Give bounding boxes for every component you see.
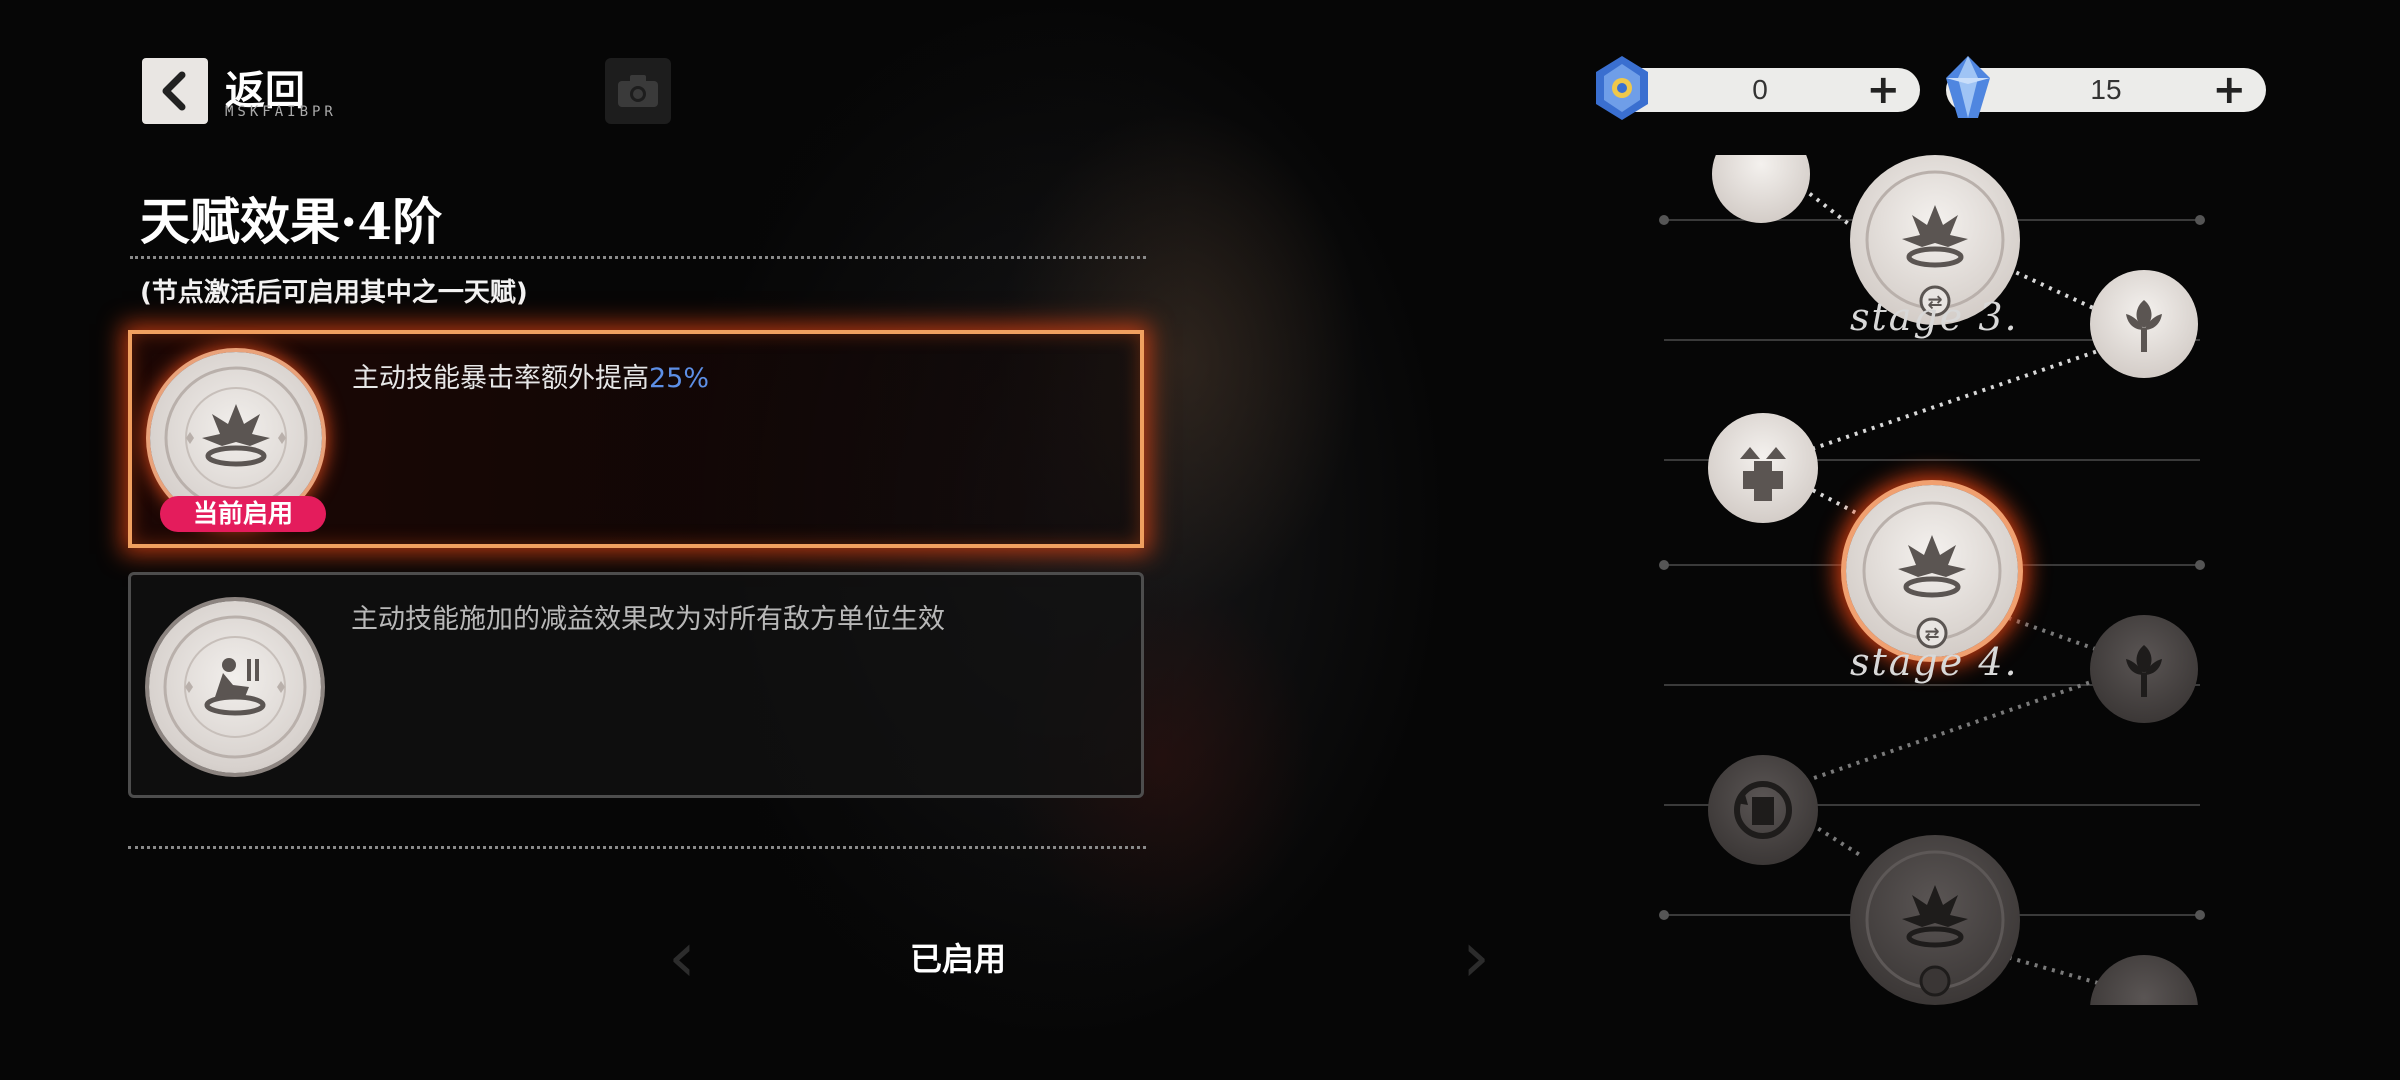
- back-subtitle: MSKFAIBPR: [225, 104, 337, 120]
- camera-icon: [618, 75, 658, 107]
- current-enabled-badge: 当前启用: [160, 496, 326, 532]
- stage-3-label: stage 3.: [1850, 295, 2019, 339]
- divider-bottom: [128, 846, 1146, 849]
- currency-bar-crystal: 15 +: [1946, 56, 2266, 118]
- talent-option-2-desc: 主动技能施加的减益效果改为对所有敌方单位生效: [351, 604, 945, 635]
- cycle-icon: [1734, 781, 1792, 839]
- talent-option-1-text: 主动技能暴击率额外提高: [352, 363, 649, 394]
- burst-node-icon: ⇄: [1862, 501, 2002, 649]
- stage-4-label: stage 4.: [1850, 640, 2019, 684]
- chevron-left-icon: [162, 71, 186, 111]
- talent-option-1-desc: 主动技能暴击率额外提高25%: [352, 356, 709, 395]
- divider: [130, 256, 1146, 259]
- back-button[interactable]: [142, 58, 208, 124]
- stage-4-branch-node[interactable]: [2090, 615, 2198, 723]
- enabled-status[interactable]: 已启用: [910, 934, 1006, 980]
- page-title: 天赋效果·4阶: [140, 192, 443, 251]
- stage-5-side-node[interactable]: [1708, 755, 1818, 865]
- heal-boost-icon: [1740, 447, 1786, 501]
- add-crystal-button[interactable]: +: [2212, 68, 2246, 112]
- talent-note: (节点激活后可启用其中之一天赋): [140, 278, 528, 308]
- talent-option-1[interactable]: 当前启用 主动技能暴击率额外提高25%: [128, 330, 1144, 548]
- prev-arrow-icon[interactable]: ‹: [668, 916, 696, 998]
- stage-4-main-node[interactable]: ⇄: [1846, 485, 2018, 657]
- talent-option-2[interactable]: 主动技能施加的减益效果改为对所有敌方单位生效: [128, 572, 1144, 798]
- flower-icon: [2126, 300, 2162, 352]
- stage-5-main-node[interactable]: [1850, 835, 2020, 1005]
- talent-tree: ⇄ stage 3. ⇄ stage 4.: [1650, 155, 2230, 1005]
- stage-3-branch-node[interactable]: [2090, 270, 2198, 378]
- add-heart-button[interactable]: +: [1866, 68, 1900, 112]
- talent-option-1-value: 25%: [649, 363, 710, 394]
- kneel-medal-icon: [149, 601, 321, 773]
- currency-bar-heart: 0 +: [1596, 56, 1920, 120]
- burst-node-icon: [1865, 850, 2005, 997]
- stage-4-side-node[interactable]: [1708, 413, 1818, 523]
- next-arrow-icon[interactable]: ›: [1462, 916, 1490, 998]
- flower-icon: [2126, 645, 2162, 697]
- camera-button[interactable]: [605, 58, 671, 124]
